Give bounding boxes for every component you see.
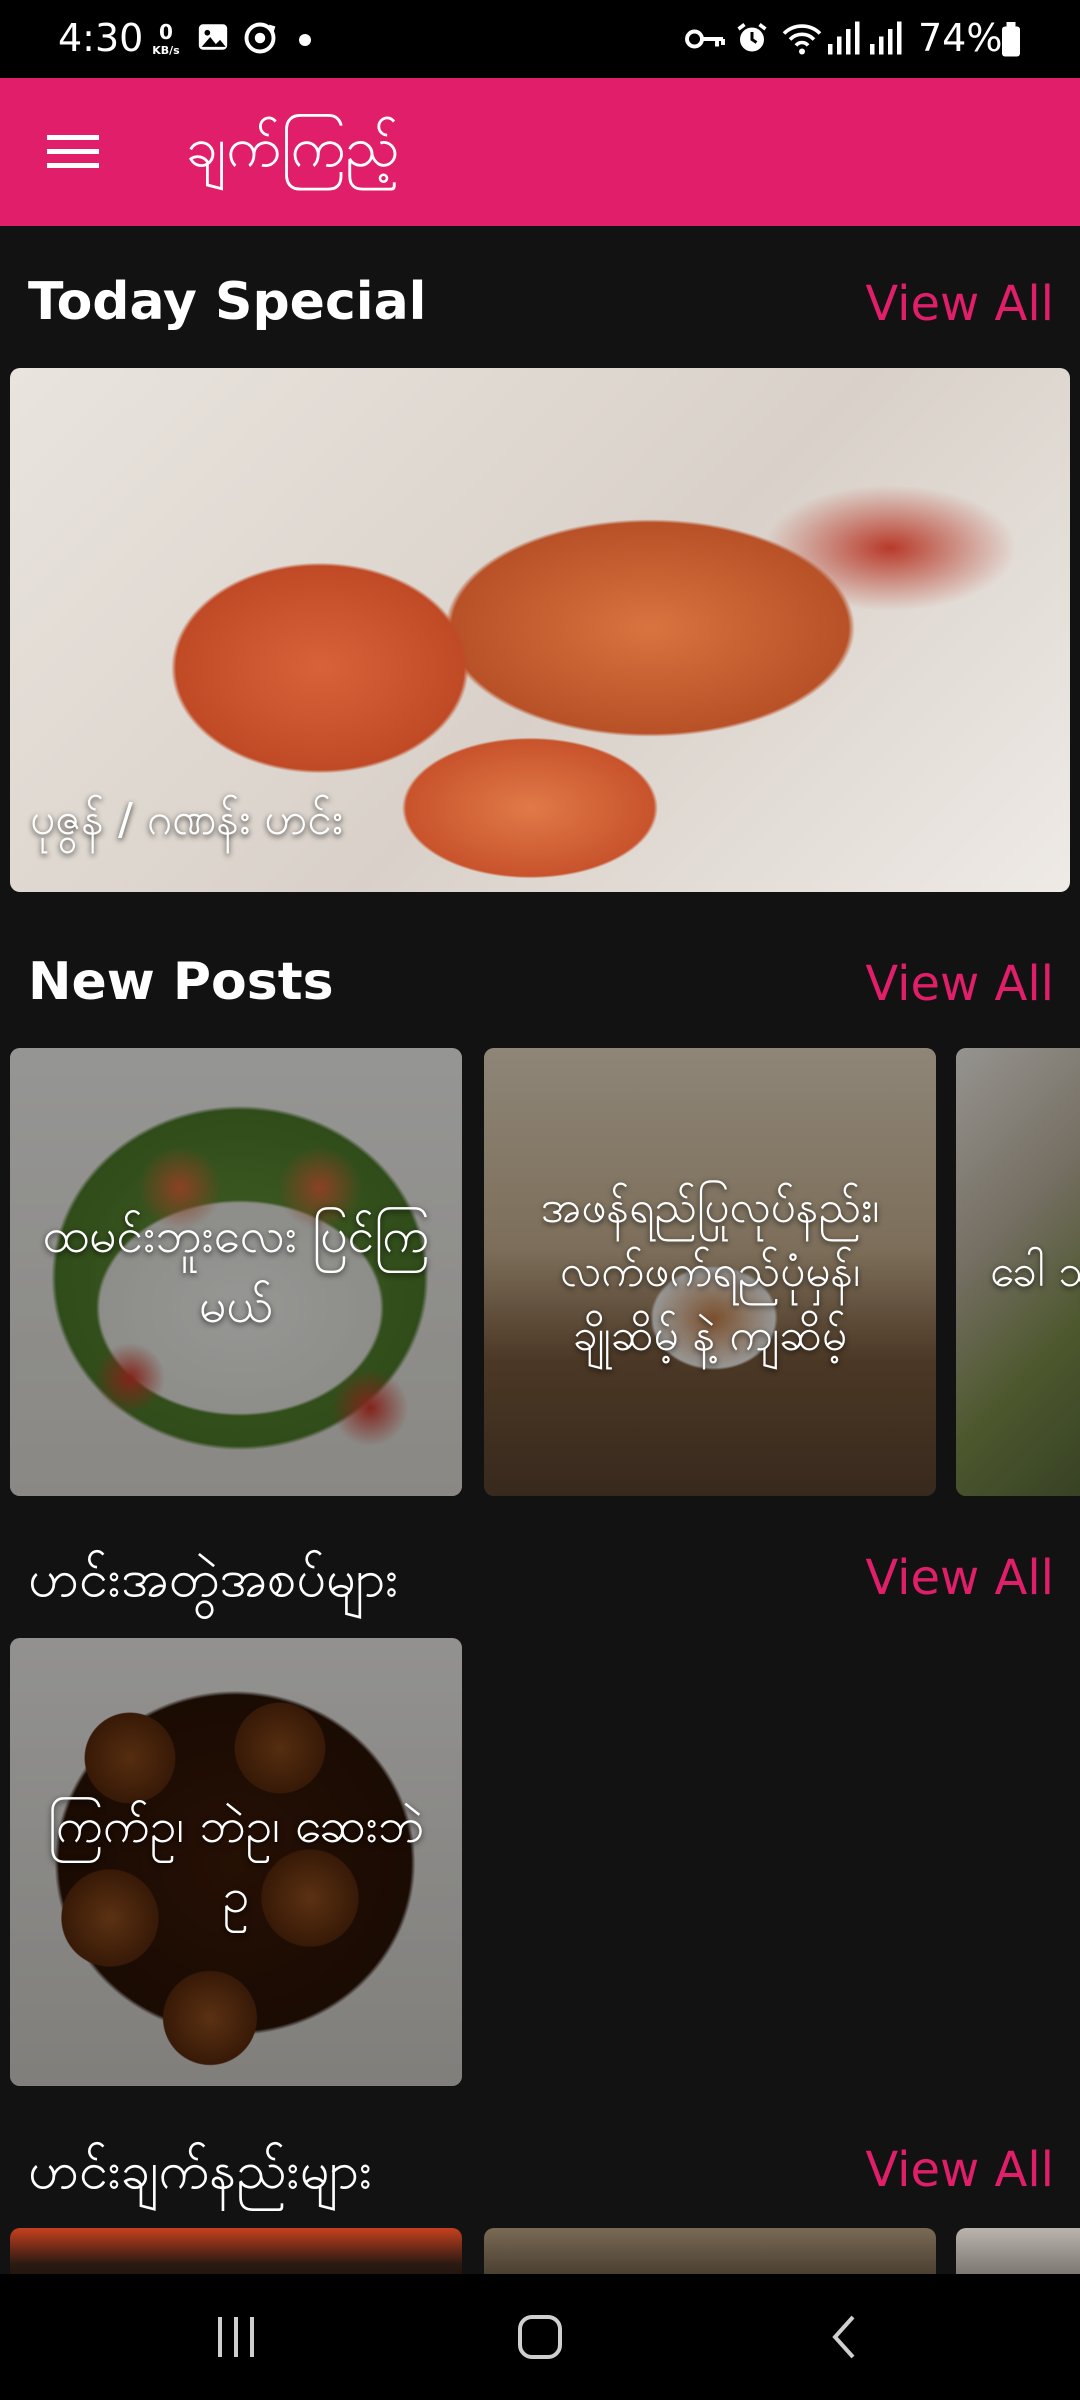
signal-icon bbox=[868, 20, 902, 60]
alarm-icon bbox=[734, 20, 770, 60]
recents-icon[interactable] bbox=[136, 2274, 336, 2400]
status-time: 4:30 bbox=[58, 16, 144, 60]
today-special-caption: ပုဇွန် / ဂဏန်း ဟင်း bbox=[30, 794, 343, 845]
system-nav-bar bbox=[0, 2274, 1080, 2400]
post-card[interactable]: ခေါ သူတ ခေါ save bbox=[956, 1048, 1080, 1496]
vpn-key-icon bbox=[684, 24, 726, 58]
section-title-today-special: Today Special bbox=[28, 272, 427, 332]
section-title-new-posts: New Posts bbox=[28, 952, 334, 1012]
new-posts-view-all-link[interactable]: View All bbox=[865, 956, 1054, 1012]
hamburger-menu-icon[interactable] bbox=[28, 122, 118, 182]
net-speed-value: 0 bbox=[159, 20, 173, 44]
battery-icon bbox=[1000, 22, 1022, 62]
curry-set-card-title: ကြက်ဥ၊ ဘဲဥ၊ ဆေးဘဲဥ bbox=[47, 1798, 425, 1924]
curry-sets-view-all-link[interactable]: View All bbox=[865, 1550, 1054, 1606]
net-speed: 0 KB/s bbox=[146, 22, 186, 56]
dot-icon bbox=[298, 32, 312, 51]
app-title: ချက်ကြည့် bbox=[186, 115, 400, 180]
post-card[interactable]: ထမင်းဘူးလေး ပြင်ကြမယ် bbox=[10, 1048, 462, 1496]
today-special-card[interactable]: ပုဇွန် / ဂဏန်း ဟင်း bbox=[10, 368, 1070, 892]
section-title-recipes: ဟင်းချက်နည်းများ bbox=[28, 2141, 373, 2201]
curry-set-card[interactable]: ကြက်ဥ၊ ဘဲဥ၊ ဆေးဘဲဥ bbox=[10, 1638, 462, 2086]
gallery-icon bbox=[196, 20, 230, 58]
post-card-title: ထမင်းဘူးလေး ပြင်ကြမယ် bbox=[42, 1208, 430, 1334]
signal-icon bbox=[826, 20, 860, 60]
back-icon[interactable] bbox=[744, 2274, 944, 2400]
today-special-view-all-link[interactable]: View All bbox=[865, 276, 1054, 332]
recipes-view-all-link[interactable]: View All bbox=[865, 2142, 1054, 2198]
post-card[interactable]: အဖန်ရည်ပြုလုပ်နည်း၊ လက်ဖက်ရည်ပုံမှန်၊ ချ… bbox=[484, 1048, 936, 1496]
post-card-title: ခေါ သူတ ခေါ save bbox=[990, 1246, 1080, 1298]
sync-icon bbox=[242, 20, 278, 60]
app-bar: ချက်ကြည့် bbox=[0, 78, 1080, 226]
battery-percent: 74% bbox=[918, 16, 1003, 60]
section-title-curry-sets: ဟင်းအတွဲအစပ်များ bbox=[28, 1549, 399, 1609]
wifi-icon bbox=[782, 20, 822, 60]
status-bar: 4:30 0 KB/s 74% bbox=[0, 0, 1080, 78]
home-icon[interactable] bbox=[440, 2274, 640, 2400]
post-card-title: အဖန်ရည်ပြုလုပ်နည်း၊ လက်ဖက်ရည်ပုံမှန်၊ ချ… bbox=[540, 1182, 880, 1361]
net-speed-unit: KB/s bbox=[152, 44, 180, 57]
